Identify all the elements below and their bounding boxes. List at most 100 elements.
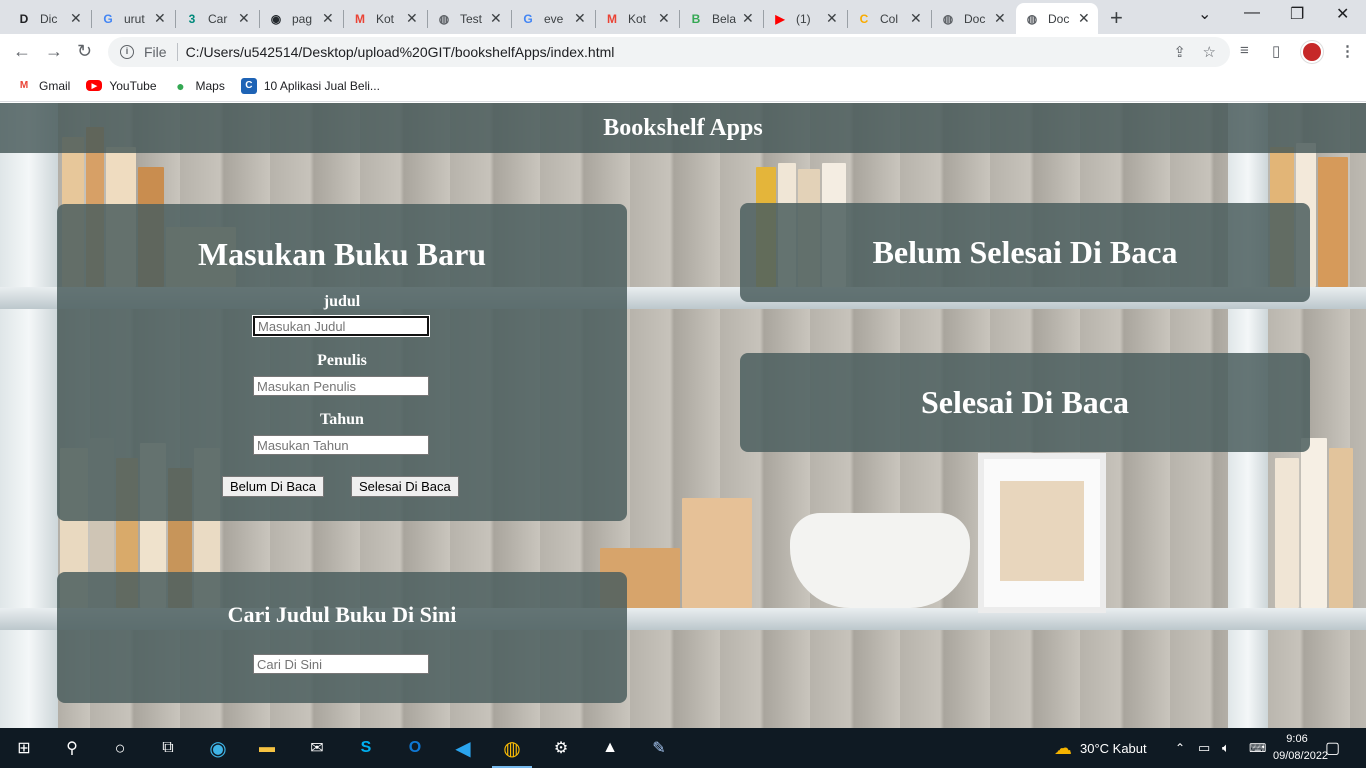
browser-tab[interactable]: D Dic ✕ [8, 3, 90, 34]
incomplete-section-title: Belum Selesai Di Baca [872, 234, 1178, 270]
maps-icon: ● [176, 77, 185, 94]
tab-title: Doc [964, 11, 986, 26]
bookmark-label: Maps [195, 78, 225, 93]
browser-tab[interactable]: ▶ (1) ✕ [764, 3, 846, 34]
bookmark-youtube[interactable]: ▶ YouTube [86, 79, 157, 93]
language-icon[interactable]: ⌨ [1249, 728, 1266, 768]
gmail-icon: M [19, 80, 29, 91]
tab-close-icon[interactable]: ✕ [490, 10, 502, 27]
bookmark-star-icon[interactable]: ☆ [1203, 43, 1216, 61]
tab-favicon-icon: ◍ [438, 11, 450, 26]
tab-close-icon[interactable]: ✕ [154, 10, 166, 27]
side-panel-icon[interactable]: ▯ [1272, 42, 1280, 60]
windows-start-icon[interactable]: ⊞ [12, 736, 36, 760]
page-content: Bookshelf Apps Masukan Buku Baru judul P… [0, 103, 1366, 728]
cortana-icon[interactable]: ○ [108, 736, 132, 760]
reload-icon[interactable]: ↻ [77, 41, 92, 62]
tab-title: Car [208, 11, 228, 26]
tab-close-icon[interactable]: ✕ [994, 10, 1006, 27]
weather-widget[interactable]: ☁ 30°C Kabut [1054, 728, 1147, 768]
minimize-button[interactable]: — [1244, 4, 1260, 22]
tab-favicon-icon: B [691, 11, 701, 26]
tab-close-icon[interactable]: ✕ [742, 10, 754, 27]
share-icon[interactable]: ⇪ [1173, 43, 1186, 61]
browser-tab[interactable]: M Kot ✕ [596, 3, 678, 34]
bookmarks-bar: M Gmail ▶ YouTube ● Maps C 10 Aplikasi J… [0, 70, 1366, 102]
book-year-input[interactable] [253, 435, 429, 455]
photos-icon[interactable]: ▲ [598, 736, 622, 760]
info-icon[interactable]: i [120, 45, 134, 59]
tab-strip: D Dic ✕ Gurut ✕ 3 Car ✕ ◉ pag ✕ M Kot ✕ ◍ Test ✕ Geve ✕ M Ko… [0, 0, 1366, 34]
browser-tab[interactable]: 3 Car ✕ [176, 3, 258, 34]
vscode-icon[interactable]: ◀ [451, 736, 475, 760]
unread-button[interactable]: Belum Di Baca [222, 476, 324, 497]
input-section-title: Masukan Buku Baru [197, 236, 487, 272]
decor-planter [790, 513, 970, 608]
chrome-icon[interactable]: ◍ [500, 736, 524, 760]
mail-icon[interactable]: ✉ [305, 736, 329, 760]
paint-icon[interactable]: ✎ [647, 736, 671, 760]
outlook-icon[interactable]: O [403, 736, 427, 760]
browser-tab[interactable]: Geve ✕ [512, 3, 594, 34]
app-header: Bookshelf Apps [0, 103, 1366, 153]
back-icon[interactable]: ← [13, 41, 31, 62]
read-button[interactable]: Selesai Di Baca [351, 476, 459, 497]
show-hidden-icons-icon[interactable]: ⌃ [1175, 728, 1185, 768]
network-icon[interactable]: ▭ [1198, 728, 1210, 768]
browser-tab[interactable]: ◍ Doc ✕ [932, 3, 1014, 34]
forward-icon[interactable]: → [45, 41, 63, 62]
skype-icon[interactable]: S [354, 736, 378, 760]
tab-title: Kot [628, 11, 647, 26]
tab-favicon-icon: C [859, 11, 869, 26]
tab-close-icon[interactable]: ✕ [70, 10, 82, 27]
tab-title: Doc [1048, 11, 1070, 26]
book-title-input[interactable] [252, 315, 430, 337]
bookmark-label: Gmail [39, 78, 71, 93]
notifications-icon[interactable]: ▢ [1325, 728, 1340, 768]
title-label: judul [323, 293, 361, 310]
system-clock[interactable]: 9:06 09/08/2022 [1273, 731, 1328, 765]
tab-close-icon[interactable]: ✕ [1078, 10, 1090, 27]
tab-close-icon[interactable]: ✕ [658, 10, 670, 27]
search-input[interactable] [253, 654, 429, 674]
browser-tab[interactable]: ◉ pag ✕ [260, 3, 342, 34]
tab-search-icon[interactable]: ⌄ [1198, 4, 1211, 24]
reading-list-icon[interactable]: ≡ [1240, 42, 1249, 59]
settings-icon[interactable]: ⚙ [549, 736, 573, 760]
tab-favicon-icon: 3 [188, 11, 196, 26]
close-window-button[interactable]: ✕ [1336, 4, 1349, 24]
tab-title: Bela [712, 11, 736, 26]
tab-close-icon[interactable]: ✕ [574, 10, 586, 27]
browser-tab[interactable]: C Col ✕ [848, 3, 930, 34]
book-author-input[interactable] [253, 376, 429, 396]
tab-favicon-icon: ◉ [270, 11, 282, 26]
search-book-section: Cari Judul Buku Di Sini [57, 572, 627, 703]
tab-close-icon[interactable]: ✕ [238, 10, 250, 27]
tab-close-icon[interactable]: ✕ [406, 10, 418, 27]
tab-close-icon[interactable]: ✕ [322, 10, 334, 27]
tab-favicon-icon: D [19, 11, 29, 26]
tab-favicon-icon: ◍ [942, 11, 954, 26]
edge-icon[interactable]: ◉ [206, 736, 230, 760]
tab-close-icon[interactable]: ✕ [826, 10, 838, 27]
tab-close-icon[interactable]: ✕ [910, 10, 922, 27]
volume-icon[interactable]: 🔈︎ [1222, 728, 1230, 768]
address-bar[interactable]: i File C:/Users/u542514/Desktop/upload%2… [108, 37, 1230, 67]
avatar[interactable] [1301, 41, 1323, 63]
restore-button[interactable]: ❐ [1290, 4, 1304, 24]
file-explorer-icon[interactable]: ▬ [255, 736, 279, 760]
bookmark-maps[interactable]: ● Maps [173, 78, 225, 94]
tab-favicon-icon: G [103, 11, 113, 26]
search-icon[interactable]: ⚲ [60, 736, 84, 760]
menu-icon[interactable]: ⋮ [1340, 42, 1355, 60]
browser-tab[interactable]: Gurut ✕ [92, 3, 174, 34]
bookmark-jual-beli[interactable]: C 10 Aplikasi Jual Beli... [240, 77, 380, 94]
task-view-icon[interactable]: ⧉ [156, 736, 180, 760]
complete-books-section: Selesai Di Baca [740, 353, 1310, 452]
bookmark-gmail[interactable]: M Gmail [16, 78, 71, 94]
new-tab-button[interactable]: + [1110, 5, 1123, 31]
browser-tab[interactable]: ◍ Test ✕ [428, 3, 510, 34]
browser-tab[interactable]: B Bela ✕ [680, 3, 762, 34]
browser-tab[interactable]: ◍ Doc ✕ [1016, 3, 1098, 34]
browser-tab[interactable]: M Kot ✕ [344, 3, 426, 34]
